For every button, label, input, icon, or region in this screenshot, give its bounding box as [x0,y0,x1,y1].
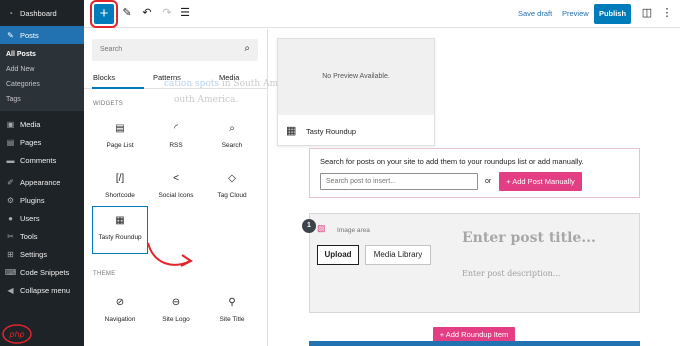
navigation-icon: ⊘ [115,297,125,308]
shortcode-icon: [/] [115,173,125,184]
submenu-add-new[interactable]: Add New [0,62,84,77]
menu-users[interactable]: ● Users [0,209,84,227]
preview-block-name: Tasty Roundup [306,127,357,136]
appearance-icon: ✐ [7,177,14,187]
image-area-label: Image area [337,227,370,234]
editor-toolbar: + ✎ ↶ ↷ ☰ Save draft Preview Publish ◫ ⋮ [84,0,680,28]
submenu-categories[interactable]: Categories [0,77,84,92]
plugins-icon: ⚙ [6,195,15,205]
tools-icon: ✂ [7,231,14,241]
menu-settings[interactable]: ⊞ Settings [0,245,84,263]
menu-collapse[interactable]: ◀ Collapse menu [0,281,84,299]
image-placeholder-icon: ▧ [317,223,326,233]
menu-pages[interactable]: ▤ Pages [0,133,84,151]
media-icon: ▣ [6,119,15,129]
svg-text:php: php [8,330,24,339]
share-icon: < [173,173,179,184]
theme-section-label: THEME [93,271,116,277]
tab-blocks[interactable]: Blocks [93,73,115,82]
menu-media[interactable]: ▣ Media [0,115,84,133]
block-bottom-bar [309,341,640,346]
settings-icon: ⊞ [7,249,14,259]
save-draft-button[interactable]: Save draft [518,9,552,18]
menu-comments[interactable]: ▬ Comments [0,151,84,169]
admin-sidebar: ◔ Dashboard ✎ Posts All Posts Add New Ca… [0,0,84,346]
submenu-all-posts[interactable]: All Posts [0,47,84,62]
tasty-roundup-icon: ▦ [286,125,297,137]
comments-icon: ▬ [6,155,15,165]
menu-tools[interactable]: ✂ Tools [0,227,84,245]
media-library-button[interactable]: Media Library [365,245,431,265]
posts-submenu: All Posts Add New Categories Tags [0,44,84,111]
preview-button[interactable]: Preview [562,9,589,18]
or-label: or [485,178,492,185]
more-options-icon[interactable]: ⋮ [660,6,674,20]
inserter-search-placeholder: Search [100,46,123,53]
publish-button[interactable]: Publish [594,4,631,24]
settings-sidebar-icon[interactable]: ◫ [640,6,654,20]
widgets-section-label: WIDGETS [93,101,124,107]
block-social-icons[interactable]: < Social Icons [148,165,204,207]
tag-icon: ◇ [228,173,236,184]
pages-icon: ▤ [6,137,15,147]
post-content-link: cation spots [164,79,220,89]
roundup-search-panel: Search for posts on your site to add the… [309,148,640,198]
submenu-tags[interactable]: Tags [0,92,84,107]
block-preview-popover: No Preview Available. ▦ Tasty Roundup [277,38,435,146]
drag-arrow-icon [147,242,193,267]
block-search[interactable]: ⌕ Search [204,115,260,157]
tasty-roundup-icon: ▦ [115,215,125,226]
menu-dashboard[interactable]: ◔ Dashboard [0,4,84,22]
list-view-icon[interactable]: ☰ [178,6,192,20]
block-page-list[interactable]: ▤ Page List [92,115,148,157]
block-site-title[interactable]: ⚲ Site Title [204,289,260,331]
rss-icon: ◜ [174,123,178,134]
page-list-icon: ▤ [115,123,125,134]
pushpin-icon: ✎ [7,30,14,40]
users-icon: ● [8,213,13,223]
menu-appearance[interactable]: ✐ Appearance [0,173,84,191]
search-post-input[interactable]: Search post to insert... [320,173,478,190]
post-title-input[interactable]: Enter post title... [462,230,596,246]
upload-button[interactable]: Upload [317,245,359,265]
inserter-search-field[interactable]: Search ⌕ [92,39,258,61]
pencil-icon[interactable]: ✎ [120,6,134,20]
block-rss[interactable]: ◜ RSS [148,115,204,157]
code-snippets-icon: ⌨ [4,267,17,277]
undo-icon[interactable]: ↶ [140,6,154,20]
block-tag-cloud[interactable]: ◇ Tag Cloud [204,165,260,207]
block-shortcode[interactable]: [/] Shortcode [92,165,148,207]
no-preview-area: No Preview Available. [278,39,434,115]
active-tab-indicator [92,87,144,89]
collapse-icon: ◀ [7,285,14,295]
menu-code-snippets[interactable]: ⌨ Code Snippets [0,263,84,281]
site-watermark-logo: php [2,324,32,344]
block-tasty-roundup[interactable]: ▦ Tasty Roundup [92,206,148,254]
menu-posts[interactable]: ✎ Posts [0,26,84,44]
add-post-manually-button[interactable]: + Add Post Manually [499,172,582,191]
item-number-badge: 1 [302,219,316,233]
block-site-logo[interactable]: ⊖ Site Logo [148,289,204,331]
redo-icon[interactable]: ↷ [160,6,174,20]
site-title-icon: ⚲ [228,297,236,308]
roundup-instructions: Search for posts on your site to add the… [320,157,584,166]
dashboard-icon: ◔ [8,8,13,18]
post-description-input[interactable]: Enter post description... [462,269,560,278]
search-icon: ⌕ [229,123,235,134]
block-navigation[interactable]: ⊘ Navigation [92,289,148,331]
menu-plugins[interactable]: ⚙ Plugins [0,191,84,209]
site-logo-icon: ⊖ [171,297,181,308]
search-icon: ⌕ [244,43,250,54]
add-block-button[interactable]: + [90,0,118,28]
